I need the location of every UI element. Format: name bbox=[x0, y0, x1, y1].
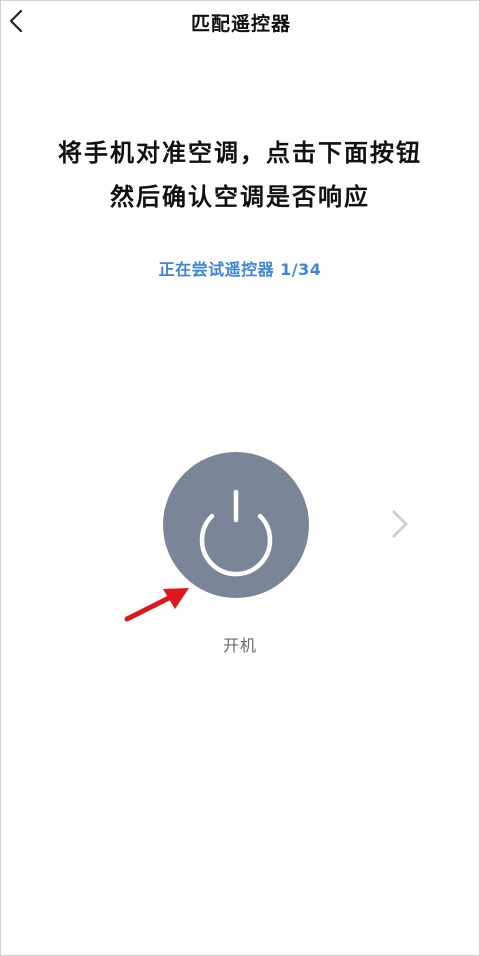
red-arrow-icon bbox=[124, 588, 189, 622]
next-remote-button[interactable] bbox=[386, 504, 416, 544]
progress-status: 正在尝试遥控器 1/34 bbox=[158, 260, 322, 279]
instruction-line-1: 将手机对准空调，点击下面按钮 bbox=[58, 139, 422, 167]
header: 匹配遥控器 bbox=[1, 1, 480, 41]
instructions: 将手机对准空调，点击下面按钮 然后确认空调是否响应 bbox=[1, 131, 479, 219]
chevron-right-icon bbox=[392, 510, 408, 538]
match-remote-screen: 匹配遥控器 将手机对准空调，点击下面按钮 然后确认空调是否响应 正在尝试遥控器 … bbox=[0, 0, 480, 956]
power-icon bbox=[199, 489, 273, 577]
power-on-button[interactable] bbox=[163, 452, 309, 598]
instruction-line-2: 然后确认空调是否响应 bbox=[110, 183, 370, 211]
page-title: 匹配遥控器 bbox=[190, 13, 291, 35]
power-label: 开机 bbox=[222, 636, 257, 655]
